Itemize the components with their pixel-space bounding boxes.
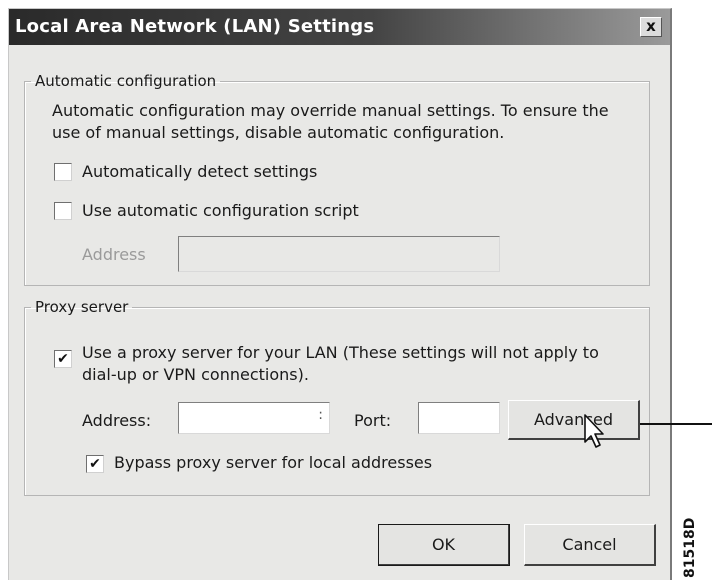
title-bar[interactable]: Local Area Network (LAN) Settings x bbox=[9, 9, 670, 45]
check-icon: ✔ bbox=[57, 351, 69, 367]
proxy-port-label: Port: bbox=[354, 411, 392, 430]
proxy-address-field[interactable]: : bbox=[178, 402, 330, 434]
address-port-separator: : bbox=[318, 407, 323, 423]
auto-config-description-line1: Automatic configuration may override man… bbox=[52, 101, 609, 120]
cancel-button-label: Cancel bbox=[562, 535, 617, 554]
auto-detect-label[interactable]: Automatically detect settings bbox=[82, 161, 317, 183]
script-address-label: Address bbox=[82, 245, 146, 264]
use-proxy-label-line2[interactable]: dial-up or VPN connections). bbox=[82, 364, 309, 386]
use-proxy-label-line1[interactable]: Use a proxy server for your LAN (These s… bbox=[82, 342, 599, 364]
advanced-button[interactable]: Advanced bbox=[508, 400, 640, 440]
cancel-button[interactable]: Cancel bbox=[524, 524, 656, 566]
auto-config-script-label[interactable]: Use automatic configuration script bbox=[82, 200, 359, 222]
ok-button[interactable]: OK bbox=[378, 524, 510, 566]
close-icon: x bbox=[646, 17, 656, 35]
automatic-configuration-legend: Automatic configuration bbox=[35, 72, 217, 90]
mouse-pointer-icon bbox=[583, 414, 607, 454]
use-proxy-checkbox[interactable]: ✔ bbox=[54, 350, 72, 368]
proxy-server-legend: Proxy server bbox=[35, 298, 129, 316]
proxy-port-field[interactable] bbox=[418, 402, 500, 434]
script-address-field[interactable] bbox=[178, 236, 500, 272]
proxy-address-label: Address: bbox=[82, 411, 152, 430]
bypass-local-checkbox[interactable]: ✔ bbox=[86, 455, 104, 473]
auto-detect-checkbox[interactable] bbox=[54, 163, 72, 181]
dialog-title: Local Area Network (LAN) Settings bbox=[15, 16, 375, 37]
bypass-local-label[interactable]: Bypass proxy server for local addresses bbox=[114, 452, 432, 474]
check-icon: ✔ bbox=[89, 456, 101, 472]
auto-config-description-line2: use of manual settings, disable automati… bbox=[52, 123, 505, 142]
auto-config-script-checkbox[interactable] bbox=[54, 202, 72, 220]
close-button[interactable]: x bbox=[640, 17, 662, 37]
figure-id: 81518D bbox=[682, 517, 698, 578]
default-button-outline bbox=[378, 524, 510, 566]
callout-line bbox=[640, 423, 712, 425]
